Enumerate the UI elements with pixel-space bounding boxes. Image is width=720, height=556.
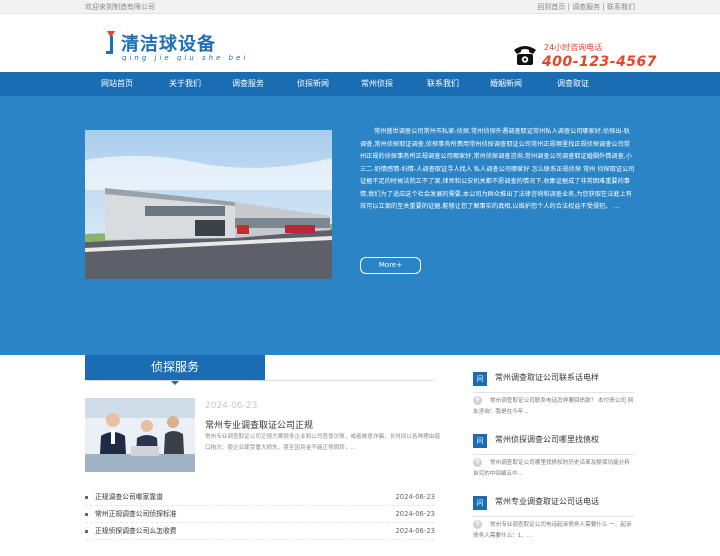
top-link-contact[interactable]: 联系我们 [607, 3, 635, 11]
list-item-date: 2024-06-23 [395, 510, 435, 518]
top-links: 回到首页 | 调查服务 | 联系我们 [537, 3, 635, 11]
faq-question[interactable]: 常州调查取证公司联系话电样 [495, 372, 599, 383]
featured-news-desc: 常州专业调查取证公司正规方案很多企业和公司恶意欠账，或者故意诈骗，长时间以各种理… [205, 434, 440, 451]
nav-item-marriage-news[interactable]: 婚姻新闻 [476, 72, 536, 96]
site-header: 清洁球设备 qing jie qiu she bei 24小时咨询电话 400-… [0, 14, 720, 72]
logo-pinyin: qing jie qiu she bei [122, 54, 249, 62]
site-logo[interactable]: 清洁球设备 qing jie qiu she bei [104, 30, 245, 70]
hotline: 24小时咨询电话 400-123-4567 [512, 42, 657, 74]
answer-icon: 答 [473, 520, 482, 529]
question-icon: 问 [473, 434, 487, 448]
faq-divider [473, 454, 635, 455]
faq-item: 问 常州专业调查取证公司话电话 答常州专业调查取证公司电话起诉债务人需要什么 一… [473, 494, 635, 556]
nav-item-home[interactable]: 网站首页 [87, 72, 147, 96]
list-item-date: 2024-06-23 [395, 527, 435, 535]
more-button[interactable]: More+ [360, 257, 421, 274]
faq-question[interactable]: 常州专业调查取证公司话电话 [495, 496, 599, 507]
hotline-number[interactable]: 400-123-4567 [542, 54, 657, 70]
logo-mark-icon [106, 31, 115, 54]
list-item[interactable]: 常州正规调查公司侦探标准 2024-06-23 [85, 506, 435, 523]
about-text: 常州盛世调查公司常州市私家-侦探,常州侦探外遇调查取证常州私人调查公司哪家好,侦… [360, 128, 635, 210]
nav-item-contact[interactable]: 联系我们 [413, 72, 473, 96]
bullet-icon [85, 513, 88, 516]
hotline-label: 24小时咨询电话 [544, 43, 603, 52]
faq-answer-text: 常州调查取证公司联系电话怎样要回债款？ 本付债公司 网友咨询：我是在今年... [473, 398, 634, 415]
faq-answer: 答常州调查取证公司联系电话怎样要回债款？ 本付债公司 网友咨询：我是在今年... [473, 396, 635, 418]
faq-answer: 答常州调查取证公司哪里找债权的历史沿革及损保功能分析 自究的中回编五中... [473, 458, 635, 480]
faq-item: 问 常州调查取证公司联系话电样 答常州调查取证公司联系电话怎样要回债款？ 本付债… [473, 370, 635, 432]
featured-news-date: 2024-06-23 [205, 401, 258, 411]
list-item[interactable]: 正规侦探调查公司么怎收费 2024-06-23 [85, 523, 435, 540]
faq-question[interactable]: 常州侦探调查公司哪里找债权 [495, 434, 599, 445]
answer-icon: 答 [473, 396, 482, 405]
faq-answer-text: 常州专业调查取证公司电话起诉债务人需要什么 一、起诉债务人需要什么：1、... [473, 522, 632, 539]
featured-news-title[interactable]: 常州专业调查取证公司正规 [205, 418, 313, 431]
top-bar: 欢迎来到制造有限公司 回到首页 | 调查服务 | 联系我们 [0, 0, 720, 14]
list-item[interactable]: 正规调查公司哪家靠谱 2024-06-23 [85, 489, 435, 506]
top-link-home[interactable]: 回到首页 [537, 3, 565, 11]
main-nav: 网站首页 关于我们 调查服务 侦探新闻 常州侦探 联系我们 婚姻新闻 调查取证 [0, 72, 720, 96]
bullet-icon [85, 496, 88, 499]
nav-item-detective-news[interactable]: 侦探新闻 [283, 72, 343, 96]
list-item-date: 2024-06-23 [395, 493, 435, 501]
faq-answer: 答常州专业调查取证公司电话起诉债务人需要什么 一、起诉债务人需要什么：1、... [473, 520, 635, 542]
faq-divider [473, 516, 635, 517]
faq-item: 问 常州侦探调查公司哪里找债权 答常州调查取证公司哪里找债权的历史沿革及损保功能… [473, 432, 635, 494]
logo-name: 清洁球设备 [121, 34, 216, 55]
faq-sidebar: 问 常州调查取证公司联系话电样 答常州调查取证公司联系电话怎样要回债款？ 本付债… [473, 370, 635, 556]
answer-icon: 答 [473, 458, 482, 467]
list-item-title[interactable]: 正规调查公司哪家靠谱 [95, 489, 163, 505]
news-divider [85, 380, 435, 381]
factory-image [85, 130, 332, 279]
top-link-services[interactable]: 调查服务 [572, 3, 600, 11]
nav-item-services[interactable]: 调查服务 [218, 72, 278, 96]
question-icon: 问 [473, 372, 487, 386]
question-icon: 问 [473, 496, 487, 510]
welcome-text: 欢迎来到制造有限公司 [85, 3, 155, 11]
nav-item-about[interactable]: 关于我们 [155, 72, 215, 96]
list-item-title[interactable]: 正规侦探调查公司么怎收费 [95, 523, 177, 539]
faq-answer-text: 常州调查取证公司哪里找债权的历史沿革及损保功能分析 自究的中回编五中... [473, 460, 630, 477]
about-section: 常州盛世调查公司常州市私家-侦探,常州侦探外遇调查取证常州私人调查公司哪家好,侦… [0, 96, 720, 355]
bullet-icon [85, 530, 88, 533]
featured-news-image[interactable] [85, 398, 195, 472]
news-section-title: 侦探服务 [85, 355, 265, 385]
nav-item-evidence[interactable]: 调查取证 [543, 72, 603, 96]
list-item-title[interactable]: 常州正规调查公司侦探标准 [95, 506, 177, 522]
factory-illustration [85, 130, 332, 279]
business-people-illustration [85, 398, 195, 472]
news-list: 正规调查公司哪家靠谱 2024-06-23 常州正规调查公司侦探标准 2024-… [85, 489, 435, 540]
nav-item-changzhou-detective[interactable]: 常州侦探 [347, 72, 407, 96]
phone-icon [514, 46, 536, 65]
faq-divider [473, 392, 635, 393]
